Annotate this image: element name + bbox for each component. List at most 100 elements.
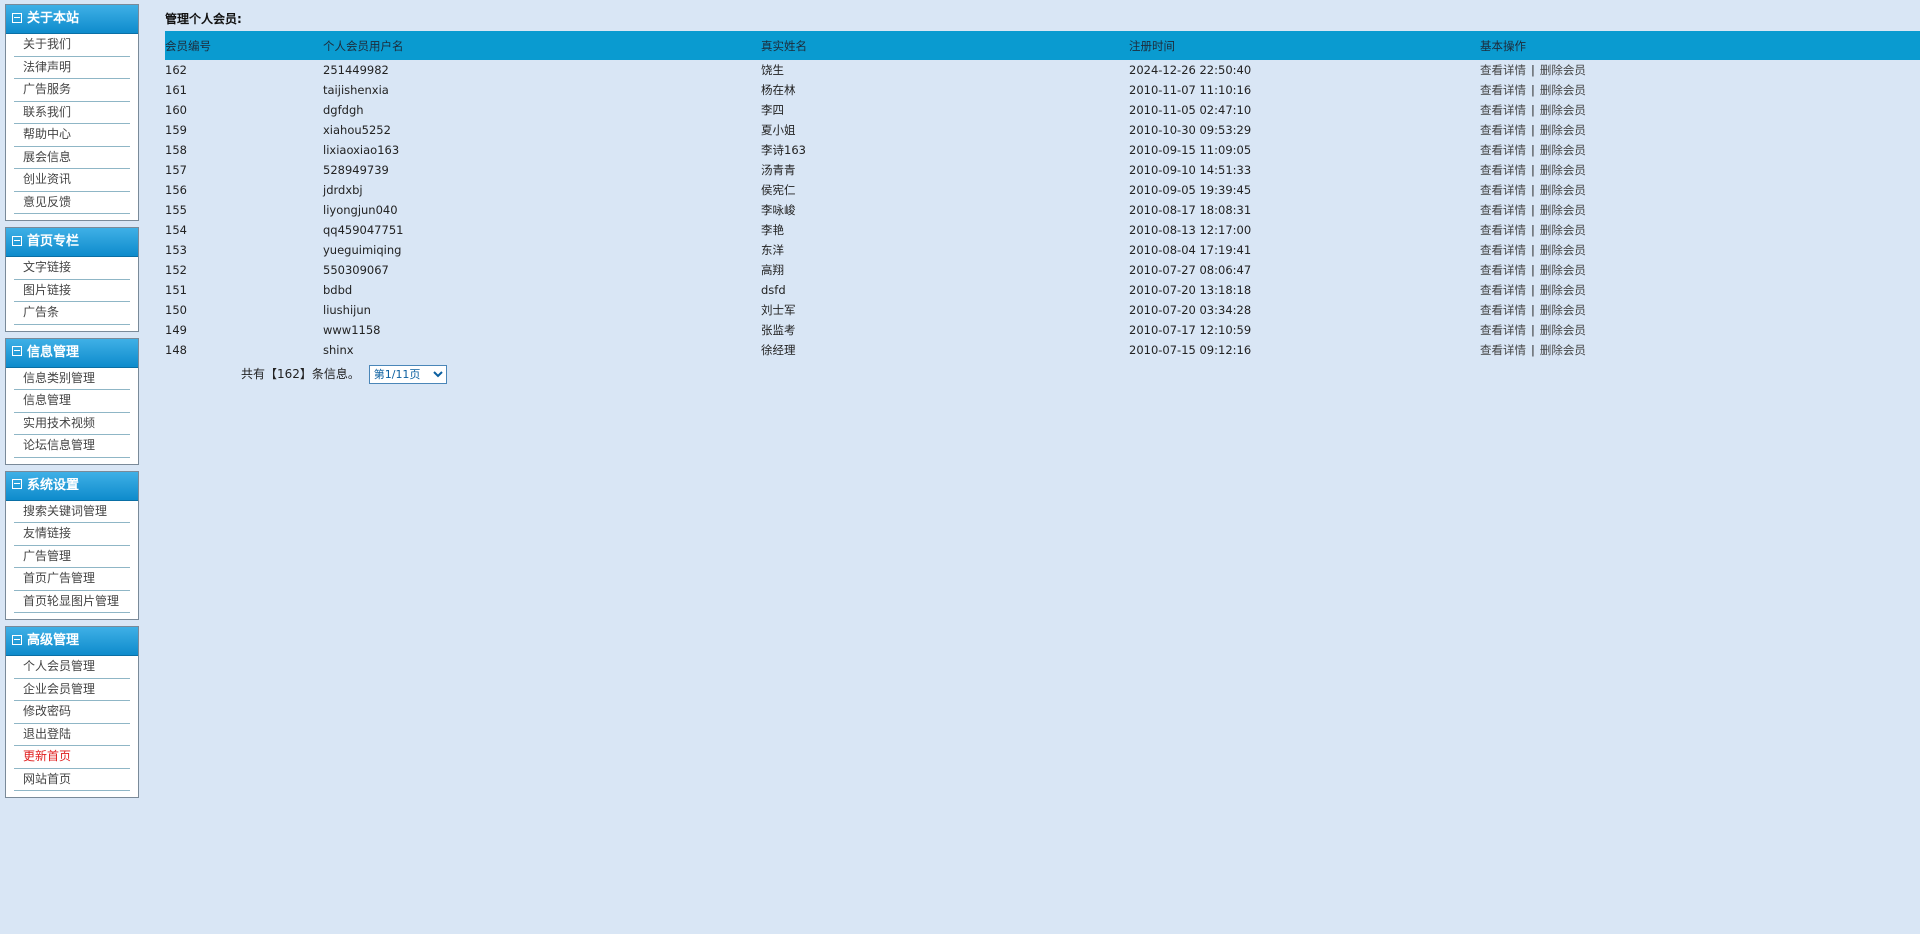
- delete-member-link[interactable]: 删除会员: [1540, 343, 1586, 357]
- row-actions: 查看详情 | 删除会员: [1480, 320, 1920, 340]
- delete-member-link[interactable]: 删除会员: [1540, 243, 1586, 257]
- sidebar-link[interactable]: 修改密码: [14, 701, 130, 724]
- sidebar-link[interactable]: 法律声明: [14, 57, 130, 79]
- table-row: 155 liyongjun040 李咏峻 2010-08-17 18:08:31 查看详…: [165, 200, 1920, 220]
- separator: |: [1531, 203, 1535, 217]
- column-header-id: 会员编号: [165, 38, 211, 53]
- view-detail-link[interactable]: 查看详情: [1480, 343, 1526, 357]
- sidebar-link[interactable]: 网站首页: [14, 769, 130, 791]
- row-actions: 查看详情 | 删除会员: [1480, 80, 1920, 100]
- view-detail-link[interactable]: 查看详情: [1480, 243, 1526, 257]
- member-regtime: 2010-07-20 03:34:28: [1129, 303, 1252, 317]
- sidebar-link[interactable]: 创业资讯: [14, 169, 130, 192]
- member-realname: 张监考: [761, 323, 796, 337]
- sidebar-link[interactable]: 个人会员管理: [14, 656, 130, 679]
- separator: |: [1531, 183, 1535, 197]
- sidebar-link[interactable]: 更新首页: [14, 746, 130, 769]
- pager-summary: 共有【162】条信息。: [241, 367, 360, 381]
- sidebar-panel-header[interactable]: 关于本站: [6, 5, 138, 34]
- member-username: 251449982: [323, 63, 389, 77]
- sidebar-link[interactable]: 广告条: [14, 302, 130, 325]
- collapse-icon[interactable]: [12, 346, 22, 356]
- delete-member-link[interactable]: 删除会员: [1540, 223, 1586, 237]
- sidebar-link[interactable]: 意见反馈: [14, 192, 130, 214]
- view-detail-link[interactable]: 查看详情: [1480, 303, 1526, 317]
- column-header-ops: 基本操作: [1480, 38, 1526, 53]
- sidebar-link[interactable]: 文字链接: [14, 257, 130, 280]
- view-detail-link[interactable]: 查看详情: [1480, 123, 1526, 137]
- delete-member-link[interactable]: 删除会员: [1540, 203, 1586, 217]
- sidebar-link[interactable]: 企业会员管理: [14, 679, 130, 701]
- sidebar-link[interactable]: 友情链接: [14, 523, 130, 546]
- sidebar-link[interactable]: 退出登陆: [14, 724, 130, 746]
- delete-member-link[interactable]: 删除会员: [1540, 163, 1586, 177]
- view-detail-link[interactable]: 查看详情: [1480, 103, 1526, 117]
- sidebar-link[interactable]: 关于我们: [14, 34, 130, 57]
- member-id: 160: [165, 103, 187, 117]
- view-detail-link[interactable]: 查看详情: [1480, 83, 1526, 97]
- view-detail-link[interactable]: 查看详情: [1480, 163, 1526, 177]
- sidebar-panel-header[interactable]: 信息管理: [6, 338, 138, 368]
- view-detail-link[interactable]: 查看详情: [1480, 183, 1526, 197]
- sidebar-link[interactable]: 广告服务: [14, 79, 130, 102]
- member-id: 155: [165, 203, 187, 217]
- separator: |: [1531, 223, 1535, 237]
- collapse-icon[interactable]: [12, 12, 22, 23]
- sidebar-panel: 首页专栏 文字链接 图片链接 广告条: [5, 227, 139, 332]
- sidebar-link[interactable]: 图片链接: [14, 280, 130, 302]
- sidebar-link[interactable]: 首页广告管理: [14, 568, 130, 591]
- sidebar-link[interactable]: 信息管理: [14, 390, 130, 413]
- sidebar-link[interactable]: 广告管理: [14, 546, 130, 568]
- view-detail-link[interactable]: 查看详情: [1480, 203, 1526, 217]
- delete-member-link[interactable]: 删除会员: [1540, 283, 1586, 297]
- sidebar-link[interactable]: 信息类别管理: [14, 368, 130, 390]
- view-detail-link[interactable]: 查看详情: [1480, 63, 1526, 77]
- view-detail-link[interactable]: 查看详情: [1480, 223, 1526, 237]
- delete-member-link[interactable]: 删除会员: [1540, 143, 1586, 157]
- page-select[interactable]: 第1/11页: [368, 365, 447, 384]
- view-detail-link[interactable]: 查看详情: [1480, 263, 1526, 277]
- member-regtime: 2010-08-17 18:08:31: [1129, 203, 1252, 217]
- row-actions: 查看详情 | 删除会员: [1480, 60, 1920, 80]
- delete-member-link[interactable]: 删除会员: [1540, 63, 1586, 77]
- member-id: 154: [165, 223, 187, 237]
- sidebar-panel-header[interactable]: 高级管理: [6, 627, 138, 656]
- member-username: taijishenxia: [323, 83, 389, 97]
- delete-member-link[interactable]: 删除会员: [1540, 83, 1586, 97]
- sidebar-panel-header[interactable]: 首页专栏: [6, 228, 138, 257]
- delete-member-link[interactable]: 删除会员: [1540, 303, 1586, 317]
- member-id: 161: [165, 83, 187, 97]
- view-detail-link[interactable]: 查看详情: [1480, 283, 1526, 297]
- sidebar-link[interactable]: 首页轮显图片管理: [14, 591, 130, 613]
- collapse-icon[interactable]: [12, 634, 22, 645]
- collapse-icon[interactable]: [12, 479, 22, 489]
- collapse-icon[interactable]: [12, 235, 22, 246]
- table-row: 148 shinx 徐经理 2010-07-15 09:12:16 查看详情 | 删除会员: [165, 340, 1920, 360]
- delete-member-link[interactable]: 删除会员: [1540, 103, 1586, 117]
- delete-member-link[interactable]: 删除会员: [1540, 123, 1586, 137]
- row-actions: 查看详情 | 删除会员: [1480, 260, 1920, 280]
- row-actions: 查看详情 | 删除会员: [1480, 160, 1920, 180]
- sidebar-link[interactable]: 帮助中心: [14, 124, 130, 147]
- delete-member-link[interactable]: 删除会员: [1540, 183, 1586, 197]
- member-realname: 李艳: [761, 223, 784, 237]
- sidebar-panel-header[interactable]: 系统设置: [6, 471, 138, 501]
- member-realname: 李诗163: [761, 143, 806, 157]
- separator: |: [1531, 103, 1535, 117]
- separator: |: [1531, 163, 1535, 177]
- member-regtime: 2010-11-05 02:47:10: [1129, 103, 1252, 117]
- separator: |: [1531, 143, 1535, 157]
- sidebar-link[interactable]: 联系我们: [14, 102, 130, 124]
- pager: 共有【162】条信息。 第1/11页: [241, 365, 447, 384]
- sidebar-link[interactable]: 搜索关键词管理: [14, 501, 130, 523]
- sidebar-link[interactable]: 展会信息: [14, 147, 130, 169]
- delete-member-link[interactable]: 删除会员: [1540, 323, 1586, 337]
- member-id: 153: [165, 243, 187, 257]
- view-detail-link[interactable]: 查看详情: [1480, 143, 1526, 157]
- delete-member-link[interactable]: 删除会员: [1540, 263, 1586, 277]
- table-row: 156 jdrdxbj 侯宪仁 2010-09-05 19:39:45 查看详情 | 删除会…: [165, 180, 1920, 200]
- sidebar-link[interactable]: 实用技术视频: [14, 413, 130, 435]
- sidebar-link[interactable]: 论坛信息管理: [14, 435, 130, 458]
- view-detail-link[interactable]: 查看详情: [1480, 323, 1526, 337]
- member-regtime: 2010-08-13 12:17:00: [1129, 223, 1252, 237]
